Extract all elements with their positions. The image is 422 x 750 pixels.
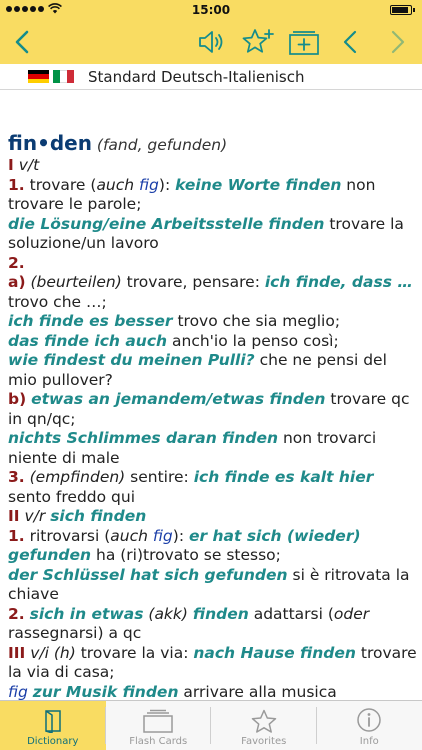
tab-label: Info xyxy=(359,736,379,747)
headword-line: fin•den (fand, gefunden) xyxy=(8,130,418,156)
sense-I-1: 1. trovare (auch fig): keine Worte finde… xyxy=(8,175,404,253)
sense-II-1: 1. ritrovarsi (auch fig): er hat sich (w… xyxy=(8,526,410,604)
info-icon xyxy=(357,708,381,732)
example-phrase[interactable]: nach Hause finden xyxy=(193,644,356,662)
example-phrase[interactable]: das finde ich auch xyxy=(8,332,167,350)
tab-dictionary[interactable]: Dictionary xyxy=(0,701,106,750)
sense-I-2b: b) etwas an jemandem/etwas finden trovar… xyxy=(8,390,410,467)
star-plus-icon xyxy=(242,29,274,53)
card-plus-icon xyxy=(289,31,319,55)
sense-I-2a: a) (beurteilen) trovare, pensare: ich fi… xyxy=(8,273,413,389)
dictionary-title: Standard Deutsch-Italienisch xyxy=(88,68,305,86)
example-phrase[interactable]: sich finden xyxy=(50,507,146,525)
cards-icon xyxy=(143,709,173,733)
chevron-right-icon xyxy=(391,30,405,54)
tab-bar: Dictionary Flash Cards Favorites Info xyxy=(0,700,422,750)
example-phrase[interactable]: nichts Schlimmes daran finden xyxy=(8,429,278,447)
speaker-button[interactable] xyxy=(194,26,230,58)
tab-label: Favorites xyxy=(241,736,287,747)
example-phrase[interactable]: wie findest du meinen Pulli? xyxy=(8,351,255,369)
headword-forms: (fand, gefunden) xyxy=(96,136,228,154)
example-phrase[interactable]: ich finde, dass … xyxy=(265,273,413,291)
example-phrase[interactable]: keine Worte finden xyxy=(175,176,341,194)
battery-icon xyxy=(390,5,415,15)
example-phrase[interactable]: etwas an jemandem/etwas finden xyxy=(31,390,325,408)
example-phrase[interactable]: sich in etwas xyxy=(30,605,144,623)
sense-II: II v/r sich finden xyxy=(8,507,147,525)
star-icon xyxy=(251,709,276,733)
speaker-icon xyxy=(199,31,223,53)
example-phrase[interactable]: finden xyxy=(193,605,249,623)
tab-label: Flash Cards xyxy=(129,736,188,747)
chevron-left-icon xyxy=(343,30,357,54)
example-phrase[interactable]: zur Musik finden xyxy=(33,683,179,701)
sense-II-2: 2. sich in etwas (akk) finden adattarsi … xyxy=(8,604,370,643)
chevron-left-icon xyxy=(15,30,29,54)
back-button[interactable] xyxy=(4,26,40,58)
dictionary-entry: fin•den (fand, gefunden) I v/t 1. trovar… xyxy=(8,130,418,700)
tab-favorites[interactable]: Favorites xyxy=(211,701,317,750)
book-icon xyxy=(45,710,61,733)
battery-level xyxy=(392,7,409,13)
status-time: 15:00 xyxy=(191,3,231,17)
sense-I-3: 3. (empfinden) sentire: ich finde es kal… xyxy=(8,468,374,506)
example-phrase[interactable]: der Schlüssel hat sich gefunden xyxy=(8,566,288,584)
sense-III: III v/i (h) trovare la via: nach Hause f… xyxy=(8,643,417,701)
headword: fin•den xyxy=(8,131,92,155)
sense-I-2: 2. xyxy=(8,253,25,272)
add-favorite-button[interactable] xyxy=(240,26,276,58)
italian-flag-icon xyxy=(53,70,74,83)
sense-I: I v/t xyxy=(8,156,40,174)
example-phrase[interactable]: ich finde es besser xyxy=(8,312,173,330)
tab-flash-cards[interactable]: Flash Cards xyxy=(106,701,211,750)
example-phrase[interactable]: die Lösung/eine Arbeitsstelle finden xyxy=(8,215,324,233)
german-flag-icon xyxy=(28,70,49,83)
status-bar: 15:00 xyxy=(0,0,422,20)
tab-label: Dictionary xyxy=(27,736,79,747)
previous-entry-button[interactable] xyxy=(332,26,368,58)
tab-info[interactable]: Info xyxy=(317,701,422,750)
next-entry-button[interactable] xyxy=(380,26,416,58)
navigation-bar xyxy=(0,20,422,64)
add-flashcard-button[interactable] xyxy=(286,26,322,58)
example-phrase[interactable]: ich finde es kalt hier xyxy=(194,468,374,486)
dictionary-selector[interactable]: Standard Deutsch-Italienisch xyxy=(0,64,422,90)
